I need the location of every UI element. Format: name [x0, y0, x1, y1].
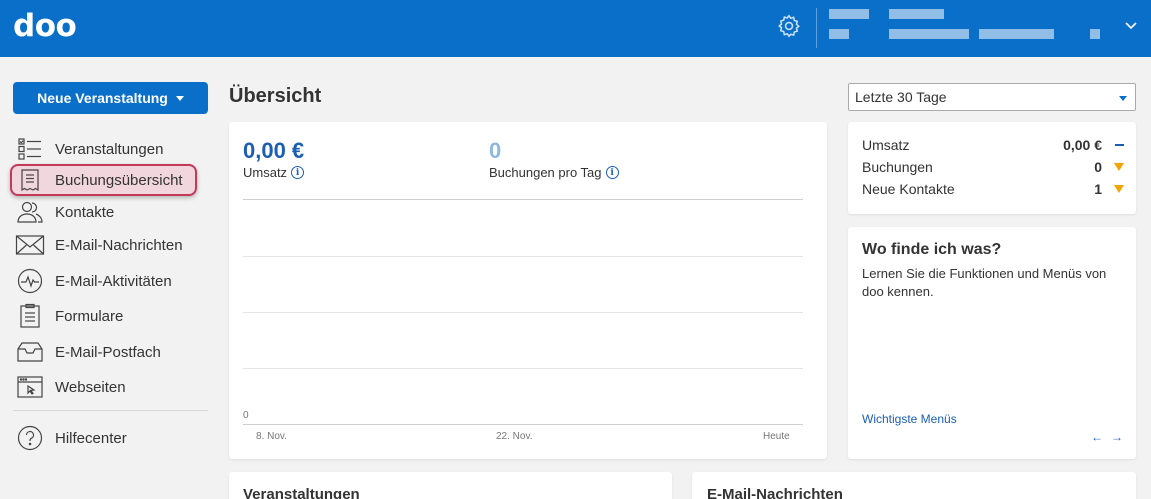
chart-gridline: [243, 256, 803, 257]
trend-down-icon: [1102, 185, 1124, 193]
kpi-label-text: Buchungen pro Tag: [489, 165, 602, 180]
date-range-select[interactable]: Letzte 30 Tage: [848, 83, 1136, 111]
sidebar-item-websites[interactable]: Webseiten: [13, 373, 208, 401]
help-card-text: Lernen Sie die Funktionen und Menüs von …: [862, 266, 1107, 299]
trend-neutral-icon: [1102, 144, 1124, 146]
sidebar-item-label: E-Mail-Nachrichten: [55, 236, 183, 254]
account-email-redacted: [1090, 29, 1100, 39]
chart-gridline: [243, 368, 803, 369]
chevron-down-icon: [1119, 96, 1127, 101]
sidebar-item-contacts[interactable]: Kontakte: [13, 198, 208, 226]
sidebar-divider: [13, 410, 208, 411]
sidebar-item-inbox[interactable]: E-Mail-Postfach: [13, 338, 208, 366]
account-email-redacted: [889, 29, 969, 39]
stat-row-new-contacts: Neue Kontakte 1: [862, 179, 1124, 199]
account-email-redacted: [979, 29, 1054, 39]
sidebar-item-email-messages[interactable]: E-Mail-Nachrichten: [13, 231, 208, 259]
contacts-icon: [15, 199, 45, 225]
kpi-revenue-label: Umsatz i: [243, 165, 305, 180]
clipboard-icon: [15, 303, 45, 329]
account-name-redacted: [829, 9, 869, 19]
sidebar-item-label: Hilfecenter: [55, 429, 127, 447]
sidebar-item-bookings[interactable]: Buchungsübersicht: [10, 164, 197, 196]
chart-gridline: [243, 199, 803, 200]
sidebar-item-label: Buchungsübersicht: [55, 171, 183, 189]
info-icon[interactable]: i: [291, 166, 305, 179]
chart-gridline: [243, 312, 803, 313]
header-divider: [816, 8, 817, 48]
help-card-title: Wo finde ich was?: [862, 241, 1002, 258]
kpi-label-text: Umsatz: [243, 165, 288, 180]
top-bar: doo: [0, 0, 1151, 57]
info-icon[interactable]: i: [605, 166, 619, 179]
chart-x-label: Heute: [763, 431, 790, 442]
account-email-redacted: [829, 29, 849, 39]
dropdown-arrow-icon: [175, 95, 184, 101]
email-messages-card-title: E-Mail-Nachrichten: [707, 486, 843, 499]
main-menus-link[interactable]: Wichtigste Menüs: [862, 412, 957, 426]
sidebar-item-email-activities[interactable]: E-Mail-Aktivitäten: [13, 267, 208, 295]
chart-x-label: 22. Nov.: [496, 431, 533, 442]
checklist-icon: [15, 136, 45, 162]
gear-icon[interactable]: [776, 13, 802, 39]
sidebar-item-label: E-Mail-Postfach: [55, 343, 161, 361]
envelope-icon: [15, 232, 45, 258]
events-card-title: Veranstaltungen: [243, 486, 360, 499]
kpi-revenue-value: 0,00 €: [243, 138, 305, 163]
next-arrow-icon[interactable]: →: [1111, 430, 1123, 444]
new-event-label: Neue Veranstaltung: [37, 90, 168, 106]
chart-x-label: 8. Nov.: [256, 431, 287, 442]
sidebar-item-forms[interactable]: Formulare: [13, 302, 208, 330]
stat-value: 1: [1094, 181, 1102, 197]
page-title: Übersicht: [229, 85, 322, 107]
receipt-icon: [15, 167, 45, 193]
sidebar-item-label: E-Mail-Aktivitäten: [55, 272, 172, 290]
webpage-icon: [15, 374, 45, 400]
chart-y-zero-label: 0: [243, 410, 249, 421]
stat-label: Umsatz: [862, 137, 910, 153]
prev-arrow-icon[interactable]: ←: [1091, 430, 1103, 444]
new-event-button[interactable]: Neue Veranstaltung: [13, 82, 208, 114]
stat-label: Buchungen: [862, 159, 933, 175]
stat-row-bookings: Buchungen 0: [862, 157, 1124, 177]
sidebar-item-events[interactable]: Veranstaltungen: [13, 135, 208, 163]
stat-label: Neue Kontakte: [862, 181, 955, 197]
stat-value: 0: [1094, 159, 1102, 175]
date-range-value: Letzte 30 Tage: [855, 89, 947, 105]
stat-value: 0,00 €: [1063, 137, 1102, 153]
activity-icon: [15, 268, 45, 294]
sidebar-item-label: Formulare: [55, 307, 124, 325]
account-name-redacted: [889, 9, 944, 19]
question-icon: [15, 425, 45, 451]
inbox-icon: [15, 339, 45, 365]
trend-down-icon: [1102, 163, 1124, 171]
chevron-down-icon[interactable]: [1124, 18, 1138, 32]
sidebar-item-label: Webseiten: [55, 378, 126, 396]
sidebar-item-label: Kontakte: [55, 203, 115, 221]
kpi-bookings-label: Buchungen pro Tag i: [489, 165, 619, 180]
stat-row-revenue: Umsatz 0,00 €: [862, 135, 1124, 155]
logo[interactable]: doo: [13, 8, 77, 44]
sidebar-item-label: Veranstaltungen: [55, 140, 164, 158]
kpi-bookings-value: 0: [489, 138, 502, 163]
sidebar-item-help-center[interactable]: Hilfecenter: [13, 424, 208, 452]
chart-baseline: [243, 424, 803, 425]
